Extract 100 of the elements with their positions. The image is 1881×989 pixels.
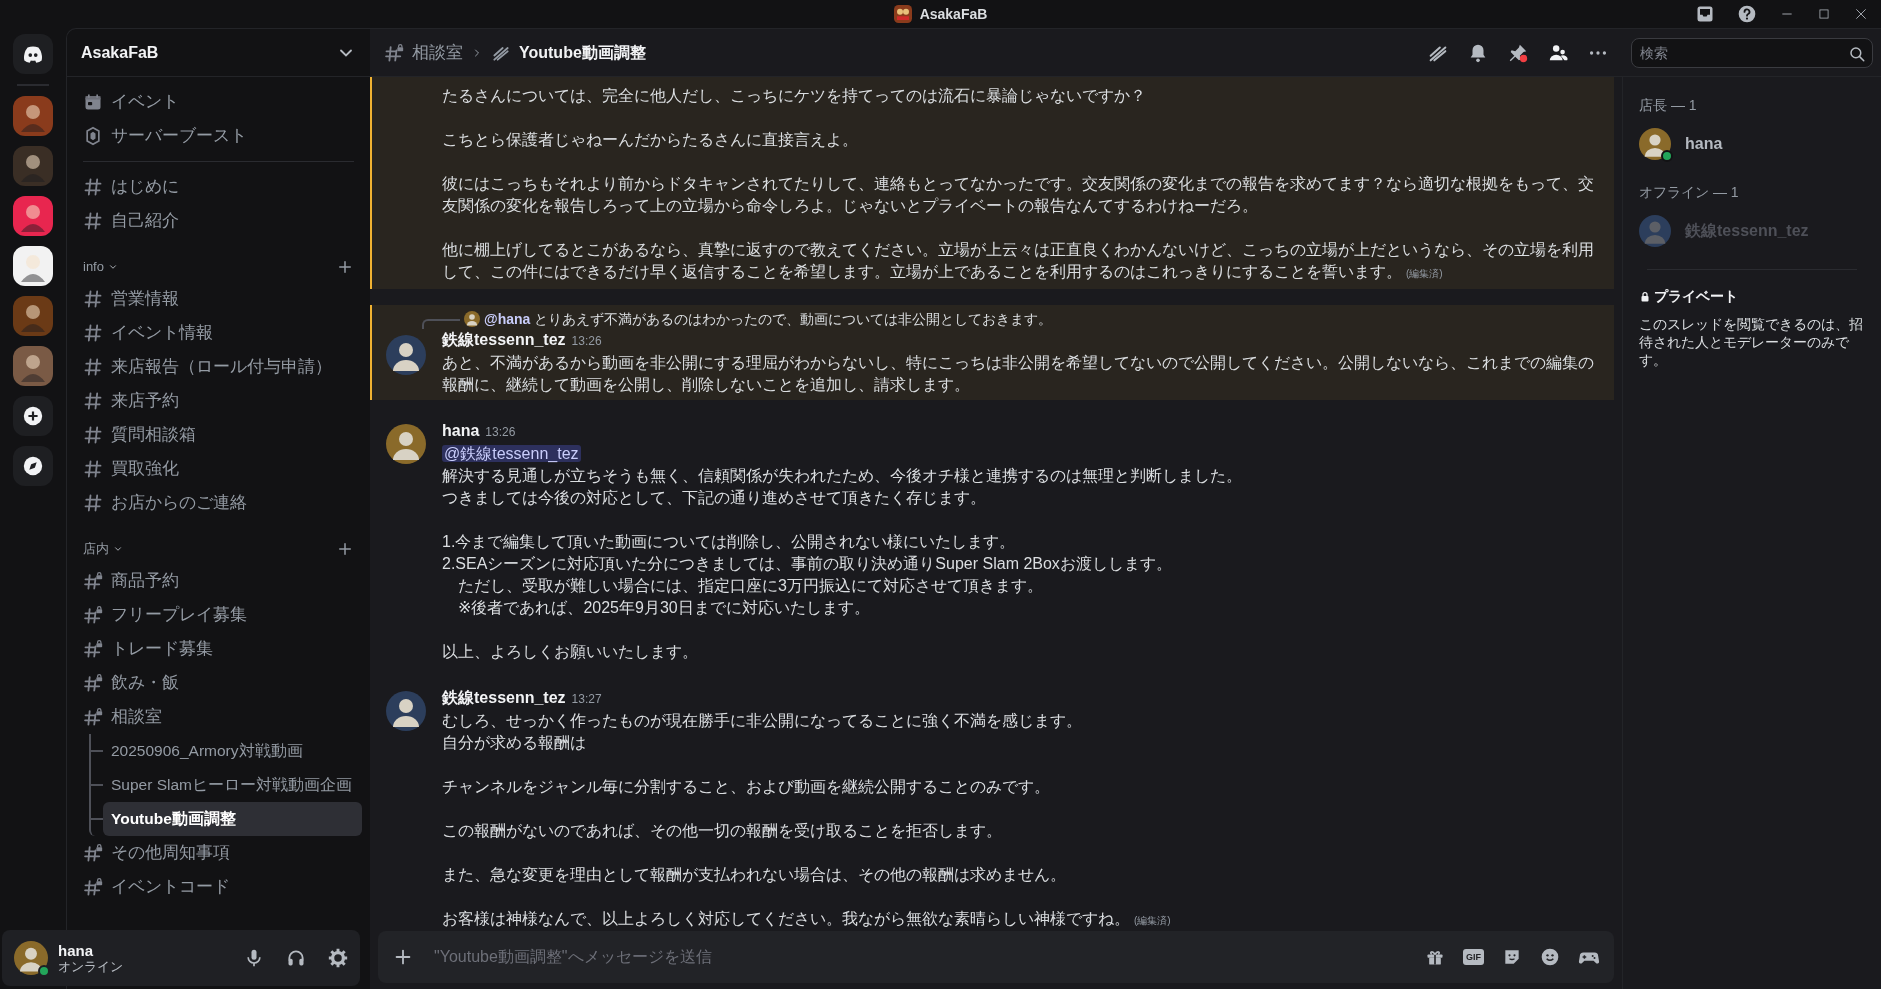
message-text: この報酬がないのであれば、その他一切の報酬を受け取ることを拒否します。	[442, 821, 1003, 841]
channel-item[interactable]: 自己紹介	[75, 204, 362, 238]
hash-icon	[83, 493, 103, 513]
server-icon[interactable]	[13, 296, 53, 336]
member-group-header: オフライン — 1	[1639, 183, 1740, 202]
plus-icon[interactable]	[336, 540, 354, 558]
server-icon[interactable]	[13, 346, 53, 386]
timestamp: 13:26	[485, 424, 516, 441]
user-status: オンライン	[58, 959, 123, 974]
reply-preview[interactable]: とりあえず不満があるのはわかったので、動画については非公開としておきます。	[534, 308, 1053, 330]
chevron-icon[interactable]	[113, 544, 123, 554]
close-icon[interactable]	[1853, 6, 1869, 22]
server-icon	[893, 5, 912, 23]
hash-icon	[83, 425, 103, 445]
member-name[interactable]: hana	[1685, 132, 1723, 156]
window-title: AsakaFaB	[919, 4, 988, 24]
hash-icon	[83, 289, 103, 309]
thread-item[interactable]: Super Slamヒーロー対戦動画企画	[103, 768, 362, 802]
hash-icon	[83, 211, 103, 231]
timestamp: 13:27	[571, 691, 602, 708]
channel-item[interactable]: 質問相談箱	[75, 418, 362, 452]
maximize-icon[interactable]	[1817, 7, 1831, 21]
channel-item[interactable]: 相談室	[75, 700, 362, 734]
channel-item[interactable]: はじめに	[75, 170, 362, 204]
author-name[interactable]: hana	[442, 420, 480, 442]
member-group-header: 店長 — 1	[1639, 96, 1698, 115]
channel-item[interactable]: イベント情報	[75, 316, 362, 350]
server-name[interactable]: AsakaFaB	[81, 40, 159, 65]
gif-button[interactable]: GIF	[1463, 949, 1484, 965]
privacy-text: このスレッドを閲覧できるのは、招待された人とモデレーターのみです。	[1639, 315, 1864, 369]
locked-hash-icon	[83, 843, 103, 863]
message-text: お客様は神様なんで、以上よろしく対応してください。我ながら無欲な素晴らしい神様ですね。 (編集済)	[442, 909, 1172, 929]
server-icon[interactable]	[13, 146, 53, 186]
message-text: むしろ、せっかく作ったものが現在勝手に非公開になってることに強く不満を感じます。	[442, 711, 1083, 731]
mention[interactable]: @鉄線tessenn_tez	[442, 445, 581, 462]
sticker-icon[interactable]	[1502, 947, 1522, 967]
message-text: 彼にはこっちもそれより前からドタキャンされてたりして、連絡もとってなかったです。交友関係の変化までの報告を求めてます？なら適切な根拠をもって、交友関係の変化を報告しろって上の立場から命令しろよ。じゃないとプライベートの報告なんてするわけねーだろ。	[442, 174, 1595, 216]
search-field[interactable]: 検索	[1632, 38, 1872, 67]
home-button[interactable]	[13, 34, 53, 74]
channel-item[interactable]: 営業情報	[75, 282, 362, 316]
hash-icon	[83, 391, 103, 411]
server-icon[interactable]	[13, 246, 53, 286]
category-header[interactable]: info	[83, 257, 104, 277]
channel-item[interactable]: お店からのご連絡	[75, 486, 362, 520]
message-text: チャンネルをジャンル毎に分割すること、および動画を継続公開することのみです。	[442, 777, 1051, 797]
privacy-title: プライベート	[1654, 287, 1738, 306]
locked-hash-icon	[83, 707, 103, 727]
locked-hash-icon	[83, 571, 103, 591]
channel-item[interactable]: トレード募集	[75, 632, 362, 666]
message-text: あと、不満があるから動画を非公開にする理屈がわからないし、特にこっちは非公開を希望してないので公開してください。公開しないなら、これまでの編集の報酬に、継続して動画を公開し、削除しないことを追加し、請求します。	[442, 353, 1595, 395]
author-name[interactable]: 鉄線tessenn_tez	[442, 687, 566, 709]
timestamp: 13:26	[571, 333, 602, 350]
server-icon[interactable]	[13, 96, 53, 136]
message-text: 解決する見通しが立ちそうも無く、信頼関係が失われたため、今後オチ様と連携するのは無理と判断しました。	[442, 466, 1243, 486]
plus-icon	[22, 405, 44, 427]
message-text: ※後者であれば、2025年9月30日までに対応いたします。	[457, 598, 871, 618]
author-name[interactable]: 鉄線tessenn_tez	[442, 329, 566, 351]
channel-item[interactable]: 来店予約	[75, 384, 362, 418]
inbox-icon[interactable]	[1695, 4, 1715, 24]
sidebar-item[interactable]: サーバーブースト	[75, 119, 362, 153]
hash-icon	[83, 177, 103, 197]
category-header[interactable]: 店内	[83, 539, 109, 559]
reply-connector	[422, 319, 460, 329]
reply-author[interactable]: @hana	[484, 308, 531, 330]
message-field[interactable]: "Youtube動画調整"へメッセージを送信 GIF	[378, 931, 1614, 983]
microphone-icon[interactable]	[244, 948, 264, 968]
server-icon[interactable]	[13, 196, 53, 236]
thread-item[interactable]: 20250906_Armory対戦動画	[103, 734, 362, 768]
channel-item[interactable]: 商品予約	[75, 564, 362, 598]
headphones-icon[interactable]	[286, 948, 306, 968]
help-icon[interactable]	[1737, 4, 1757, 24]
locked-hash-icon	[83, 877, 103, 897]
discover-button[interactable]	[13, 446, 53, 486]
boost-icon	[83, 126, 103, 146]
channel-item[interactable]: 来店報告（ロール付与申請）	[75, 350, 362, 384]
channel-item[interactable]: その他周知事項	[75, 836, 362, 870]
thread-item[interactable]: Youtube動画調整	[103, 802, 362, 836]
message-text: 以上、よろしくお願いいたします。	[442, 642, 699, 662]
hash-icon	[83, 357, 103, 377]
add-server-button[interactable]	[13, 396, 53, 436]
parent-channel-link[interactable]: 相談室	[412, 39, 463, 66]
user-name: hana	[58, 942, 94, 959]
message-text: 2.SEAシーズンに対応頂いた分につきましては、事前の取り決め通りSuper Slam 2Boxお渡しします。	[442, 554, 1173, 574]
emoji-icon[interactable]	[1540, 947, 1560, 967]
chevron-icon[interactable]	[107, 262, 118, 272]
message-text: 他に棚上げしてるとこがあるなら、真摯に返すので教えてください。立場が上云々は正直良くわかんないけど、こっちの立場が上だというなら、その立場を利用して、この件にはできるだけ早く返信することを希望します。立場が上であることを利用するのはこれっきりにすることを誓います。 (編集済)	[442, 240, 1595, 282]
message-text: ただし、受取が難しい場合には、指定口座に3万円振込にて対応させて頂きます。	[457, 576, 1044, 596]
channel-item[interactable]: 飲み・飯	[75, 666, 362, 700]
sidebar-item[interactable]: イベント	[75, 85, 362, 119]
plus-icon[interactable]	[336, 258, 354, 276]
locked-hash-icon	[83, 639, 103, 659]
channel-item[interactable]: 買取強化	[75, 452, 362, 486]
hash-icon	[384, 42, 404, 63]
channel-item[interactable]: フリープレイ募集	[75, 598, 362, 632]
message-text: こちとら保護者じゃねーんだからたるさんに直接言えよ。	[442, 130, 859, 150]
settings-icon[interactable]	[328, 948, 348, 968]
channel-item[interactable]: イベントコード	[75, 870, 362, 904]
compass-icon	[22, 455, 44, 477]
locked-hash-icon	[83, 605, 103, 625]
hash-icon	[83, 459, 103, 479]
